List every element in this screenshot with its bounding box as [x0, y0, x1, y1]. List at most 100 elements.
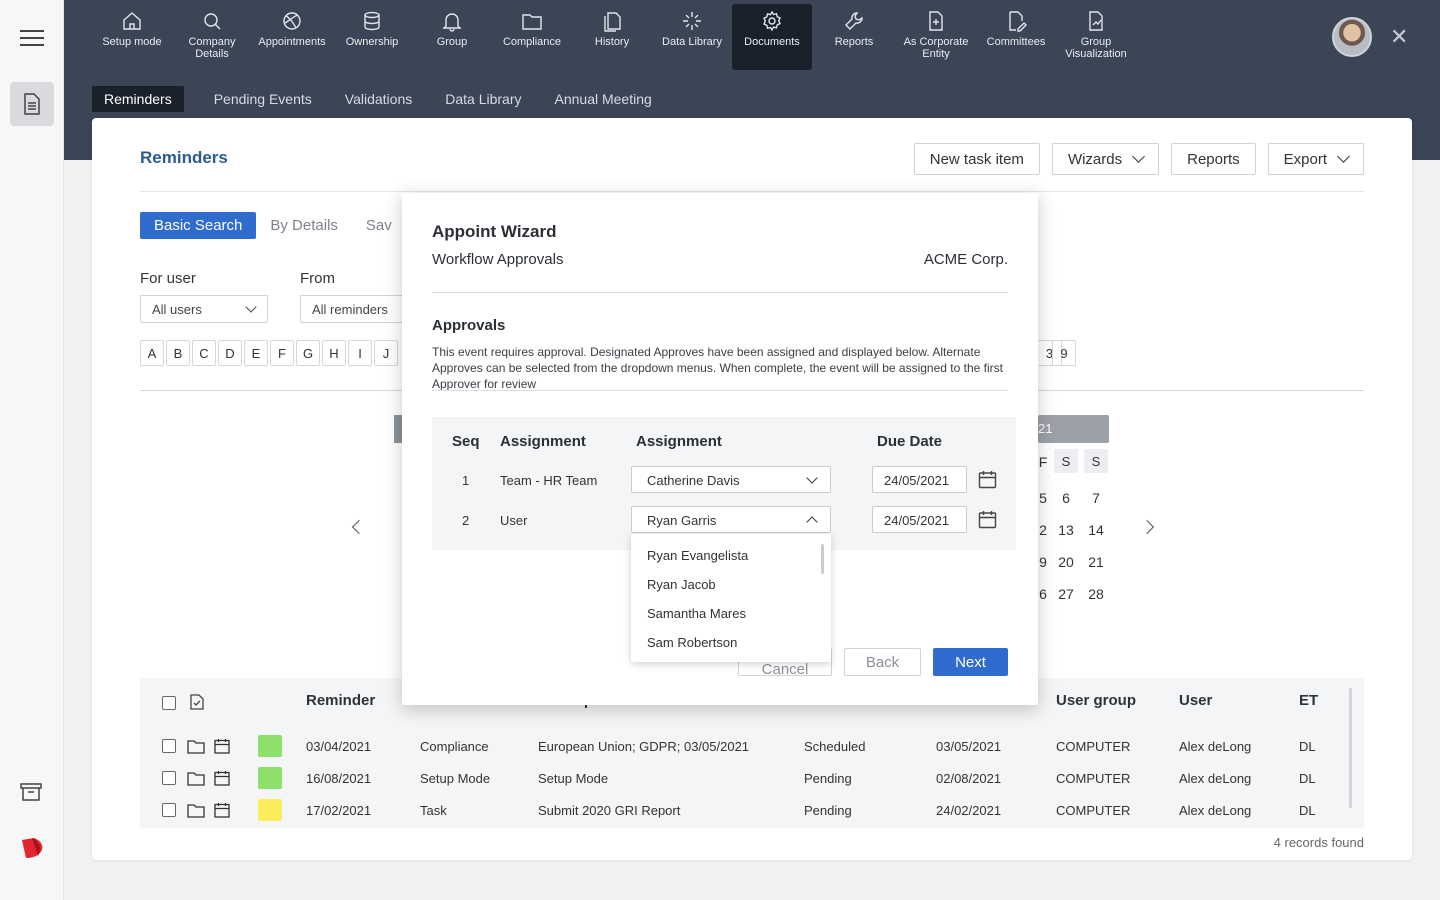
modal-title: Appoint Wizard — [432, 222, 557, 241]
chevron-right-icon[interactable] — [1139, 519, 1155, 535]
wizards-dropdown[interactable]: Wizards — [1051, 143, 1160, 175]
file-check-icon[interactable] — [188, 694, 206, 710]
folder-icon[interactable] — [187, 802, 205, 818]
from-select[interactable]: All reminders — [300, 295, 410, 323]
tab-pending-events[interactable]: Pending Events — [198, 86, 328, 112]
document-icon[interactable] — [10, 82, 54, 126]
table-row[interactable]: 16/08/2021 Setup Mode Setup Mode Pending 02/… — [140, 762, 1364, 794]
divider — [432, 390, 1008, 391]
close-icon[interactable]: ✕ — [1390, 26, 1408, 48]
col-user-group[interactable]: User group — [1056, 692, 1136, 709]
tab-data-library[interactable]: Data Library — [429, 86, 537, 112]
left-rail — [0, 0, 64, 900]
table-row[interactable]: 17/02/2021 Task Submit 2020 GRI Report Pend… — [140, 794, 1364, 826]
letter-button[interactable]: G — [296, 340, 320, 366]
nav-as-corporate-entity[interactable]: As Corporate Entity — [896, 4, 976, 70]
next-button[interactable]: Next — [933, 648, 1008, 676]
nav-documents[interactable]: Documents — [732, 4, 812, 70]
tab-reminders[interactable]: Reminders — [92, 86, 184, 112]
nav-data-library[interactable]: Data Library — [652, 4, 732, 70]
calendar-day[interactable]: 20 — [1055, 554, 1077, 570]
nav-label: Appointments — [258, 36, 326, 48]
letter-button[interactable]: I — [348, 340, 372, 366]
nav-committees[interactable]: Committees — [976, 4, 1056, 70]
tab-annual-meeting[interactable]: Annual Meeting — [539, 86, 668, 112]
cell-description: Submit 2020 GRI Report — [538, 803, 681, 818]
folder-icon[interactable] — [187, 770, 205, 786]
calendar-header: 21 — [1038, 415, 1109, 443]
letter-button[interactable]: J — [374, 340, 398, 366]
nav-label: Reports — [834, 36, 874, 48]
calendar-day[interactable]: 13 — [1055, 522, 1077, 538]
row-checkbox[interactable] — [162, 803, 176, 817]
tab-validations[interactable]: Validations — [329, 86, 428, 112]
col-user[interactable]: User — [1179, 692, 1212, 709]
nav-label: Group — [436, 36, 468, 48]
letter-button[interactable]: F — [270, 340, 294, 366]
select-all-checkbox[interactable] — [162, 696, 176, 710]
col-reminder[interactable]: Reminder — [306, 692, 375, 709]
row-checkbox[interactable] — [162, 739, 176, 753]
row-checkbox[interactable] — [162, 771, 176, 785]
dropdown-scrollbar[interactable] — [821, 544, 824, 574]
row-seq: 1 — [462, 473, 470, 488]
letter-button[interactable]: A — [140, 340, 164, 366]
due-date-input[interactable]: 24/05/2021 — [872, 466, 967, 493]
back-button[interactable]: Back — [844, 648, 921, 676]
table-row[interactable]: 03/04/2021 Compliance European Union; GDPR… — [140, 730, 1364, 762]
nav-history[interactable]: History — [572, 4, 652, 70]
nav-label: Ownership — [345, 36, 399, 48]
dropdown-option[interactable]: Ryan Jacob — [647, 577, 716, 592]
archive-icon[interactable] — [20, 782, 42, 807]
new-task-button[interactable]: New task item — [913, 143, 1040, 175]
due-date-input[interactable]: 24/05/2021 — [872, 506, 967, 533]
cell-event-date: 03/05/2021 — [936, 739, 1002, 754]
tab-by-details[interactable]: By Details — [256, 212, 352, 239]
dropdown-option[interactable]: Ryan Evangelista — [647, 548, 748, 563]
tab-saved[interactable]: Sav — [352, 212, 406, 239]
nav-label: Data Library — [662, 36, 722, 48]
bell-icon — [442, 13, 462, 32]
approver-select-open[interactable]: Ryan Garris — [631, 506, 831, 533]
tab-basic-search[interactable]: Basic Search — [140, 212, 257, 239]
calendar-day[interactable]: 7 — [1085, 490, 1107, 506]
letter-button[interactable]: B — [166, 340, 190, 366]
nav-setup-mode[interactable]: Setup mode — [92, 4, 172, 70]
calendar-day[interactable]: 14 — [1085, 522, 1107, 538]
col-et[interactable]: ET — [1299, 692, 1318, 709]
dropdown-option[interactable]: Samantha Mares — [647, 606, 746, 621]
nav-appointments[interactable]: Appointments — [252, 4, 332, 70]
cell-reminder: 16/08/2021 — [306, 771, 372, 786]
hamburger-menu-icon[interactable] — [20, 30, 44, 50]
calendar-day[interactable]: 28 — [1085, 586, 1107, 602]
letter-button[interactable]: H — [322, 340, 346, 366]
nav-group[interactable]: Group — [412, 4, 492, 70]
calendar-icon[interactable] — [978, 510, 997, 529]
calendar-icon[interactable] — [213, 738, 231, 754]
nav-label: As Corporate Entity — [903, 36, 969, 60]
chevron-left-icon[interactable] — [351, 519, 367, 535]
nav-reports[interactable]: Reports — [812, 4, 896, 70]
nav-company-details[interactable]: Company Details — [172, 4, 252, 70]
calendar-day[interactable]: 27 — [1055, 586, 1077, 602]
nav-compliance[interactable]: Compliance — [492, 4, 572, 70]
letter-button[interactable]: E — [244, 340, 268, 366]
calendar-icon[interactable] — [978, 470, 997, 489]
letter-button[interactable]: D — [218, 340, 242, 366]
letter-button[interactable]: C — [192, 340, 216, 366]
calendar-day[interactable]: 6 — [1055, 490, 1077, 506]
user-avatar[interactable] — [1332, 17, 1372, 57]
calendar-icon[interactable] — [213, 770, 231, 786]
nav-ownership[interactable]: Ownership — [332, 4, 412, 70]
folder-icon[interactable] — [187, 738, 205, 754]
appoint-wizard-modal: Appoint Wizard Workflow Approvals ACME C… — [402, 193, 1038, 705]
for-user-select[interactable]: All users — [140, 295, 268, 323]
approver-select[interactable]: Catherine Davis — [631, 466, 831, 493]
nav-group-visualization[interactable]: Group Visualization — [1056, 4, 1136, 70]
letter-button[interactable]: 9 — [1052, 340, 1076, 366]
calendar-icon[interactable] — [213, 802, 231, 818]
dropdown-option[interactable]: Sam Robertson — [647, 635, 737, 650]
export-dropdown[interactable]: Export — [1267, 143, 1364, 175]
reports-button[interactable]: Reports — [1171, 143, 1256, 175]
calendar-day[interactable]: 21 — [1085, 554, 1107, 570]
